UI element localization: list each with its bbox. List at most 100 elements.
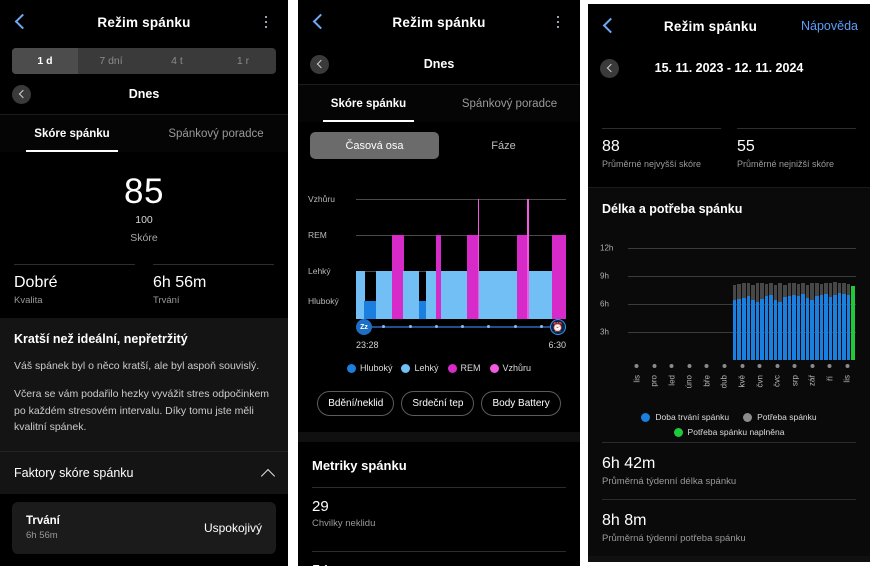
legend-color-dot — [447, 363, 457, 373]
view-tab-phases[interactable]: Fáze — [439, 132, 568, 159]
chevron-left-circle-icon[interactable] — [600, 58, 619, 78]
chip-heart-rate[interactable]: Srdeční tep — [401, 391, 475, 416]
date-label: Dnes — [423, 57, 455, 71]
range-tab-1y[interactable]: 1 r — [210, 48, 276, 74]
panel1-tabs: Skóre spánku Spánkový poradce — [0, 114, 288, 152]
weekly-bar-duration — [801, 293, 805, 360]
timeline-phases-toggle[interactable]: Časová osa Fáze — [310, 132, 568, 159]
weekly-bar — [783, 285, 787, 360]
hypnogram-segment-rem — [391, 235, 404, 319]
legend-color-dot — [743, 412, 753, 422]
hypnogram-legend: Hluboký Lehký REM Vzhůru — [298, 363, 580, 373]
month-tick-dot — [722, 364, 727, 368]
hypnogram-chart: Hluboký Lehký REM Vzhůru Zz ⏰ 23:28 6:30 — [308, 177, 570, 350]
weekly-bar-duration — [737, 299, 741, 360]
legend-item: Vzhůru — [489, 363, 531, 373]
month-tick-label: bře — [702, 375, 712, 387]
hypnogram-ylabel-vzhůru: Vzhůru — [308, 194, 335, 204]
stat-duration: 6h 56m Trvání — [153, 264, 274, 318]
tab-sleep-coach[interactable]: Spánkový poradce — [144, 115, 288, 152]
chevron-left-icon[interactable] — [12, 12, 32, 32]
duration-need-section: Délka a potřeba spánku 3h 6h 9h 12h lis pro l… — [588, 187, 870, 562]
legend-color-dot — [489, 363, 499, 373]
month-tick-label: lis — [842, 375, 852, 383]
range-tab-7d[interactable]: 7 dní — [78, 48, 144, 74]
weekly-ylabel: 3h — [600, 327, 609, 337]
month-tick-dot — [810, 364, 815, 368]
hypnogram-segment-lehký — [426, 271, 437, 319]
sleep-score-factors-header[interactable]: Faktory skóre spánku — [0, 451, 288, 495]
axis-tick-dot — [539, 325, 543, 329]
weekly-bar-duration — [769, 294, 773, 360]
axis-tick-dot — [487, 325, 491, 329]
hypnogram-segment-lehký — [403, 271, 420, 319]
weekly-legend-row: Potřeba spánku naplněna — [588, 427, 870, 437]
month-tick-label: zář — [807, 375, 817, 387]
chevron-left-icon[interactable] — [310, 12, 330, 32]
hypnogram-start-time: 23:28 — [356, 340, 379, 350]
quality-label: Kvalita — [14, 295, 43, 306]
wake-alarm-icon[interactable]: ⏰ — [550, 319, 566, 335]
month-tick-label: úno — [684, 375, 694, 389]
legend-item: Potřeba spánku naplněna — [673, 427, 784, 437]
month-tick: čvc — [773, 364, 782, 392]
summary-avg-need: 8h 8m Průměrná týdenní potřeba spánku — [602, 499, 856, 556]
weekly-bar-duration — [851, 286, 855, 360]
weekly-bar-duration — [732, 300, 737, 360]
weekly-bar — [814, 282, 819, 360]
weekly-bar — [732, 285, 737, 360]
hypnogram-segment-rem — [516, 235, 528, 319]
legend-color-dot — [346, 363, 356, 373]
section-divider — [298, 432, 580, 442]
tab-sleep-coach[interactable]: Spánkový poradce — [439, 85, 580, 122]
page-title: Režim spánku — [97, 14, 191, 30]
metric-chip-row: Bdění/neklid Srdeční tep Body Battery — [298, 391, 580, 416]
chip-body-battery[interactable]: Body Battery — [481, 391, 561, 416]
sleep-zz-icon[interactable]: Zz — [356, 319, 372, 335]
chevron-up-icon[interactable] — [262, 467, 274, 479]
chevron-left-circle-icon[interactable] — [310, 54, 329, 74]
weekly-bar — [778, 283, 783, 360]
chevron-left-icon[interactable] — [600, 16, 620, 36]
help-link[interactable]: Nápověda — [801, 19, 858, 33]
month-tick-dot — [687, 364, 692, 368]
insight-card: Kratší než ideální, nepřetržitý Váš spán… — [0, 318, 288, 452]
hypnogram-segment-lehký — [479, 271, 518, 319]
legend-item: Doba trvání spánku — [641, 412, 729, 422]
factor-card-duration[interactable]: Trvání 6h 56m Uspokojivý — [12, 502, 276, 555]
insight-paragraph-1: Váš spánek byl o něco kratší, ale byl as… — [14, 360, 260, 372]
sleep-score-value: 85 — [124, 172, 164, 211]
month-tick: zář — [808, 364, 817, 391]
sleep-score-panel: Režim spánku 1 d 7 dní 4 t 1 r Dnes Skór… — [0, 0, 288, 566]
weekly-bar — [751, 285, 755, 360]
axis-tick-dot — [513, 325, 517, 329]
legend-label: Hluboký — [359, 363, 393, 373]
kebab-menu-icon[interactable] — [548, 15, 568, 29]
weekly-bar-duration — [760, 299, 764, 360]
kebab-menu-icon[interactable] — [256, 15, 276, 29]
chip-awake-restless[interactable]: Bdění/neklid — [317, 391, 395, 416]
tab-sleep-score[interactable]: Skóre spánku — [0, 115, 144, 152]
weekly-bar — [755, 282, 760, 360]
range-tab-4w[interactable]: 4 t — [144, 48, 210, 74]
duration-need-title: Délka a potřeba spánku — [602, 202, 743, 216]
month-tick-label: čvn — [755, 375, 765, 388]
legend-item: Lehký — [401, 363, 439, 373]
range-segmented-control[interactable]: 1 d 7 dní 4 t 1 r — [12, 48, 276, 74]
chevron-left-circle-icon[interactable] — [12, 84, 31, 104]
avg-lowest-score: 55 Průměrné nejnižší skóre — [737, 128, 856, 183]
view-tab-timeline[interactable]: Časová osa — [310, 132, 439, 159]
insight-title: Kratší než ideální, nepřetržitý — [14, 332, 188, 346]
weekly-bar — [764, 284, 769, 360]
hypnogram-segment-lehký — [356, 271, 365, 319]
weekly-bar — [787, 283, 792, 360]
range-tab-1d[interactable]: 1 d — [12, 48, 78, 74]
month-tick: ří — [825, 364, 834, 386]
weekly-bar-duration — [783, 297, 787, 360]
hypnogram-segment-hluboký — [364, 301, 377, 319]
tab-sleep-score[interactable]: Skóre spánku — [298, 85, 439, 122]
legend-label: Potřeba spánku — [757, 412, 817, 422]
weekly-bar — [760, 283, 764, 360]
panel3-date-nav: 15. 11. 2023 - 12. 11. 2024 — [588, 48, 870, 88]
duration-label: Trvání — [153, 295, 180, 306]
